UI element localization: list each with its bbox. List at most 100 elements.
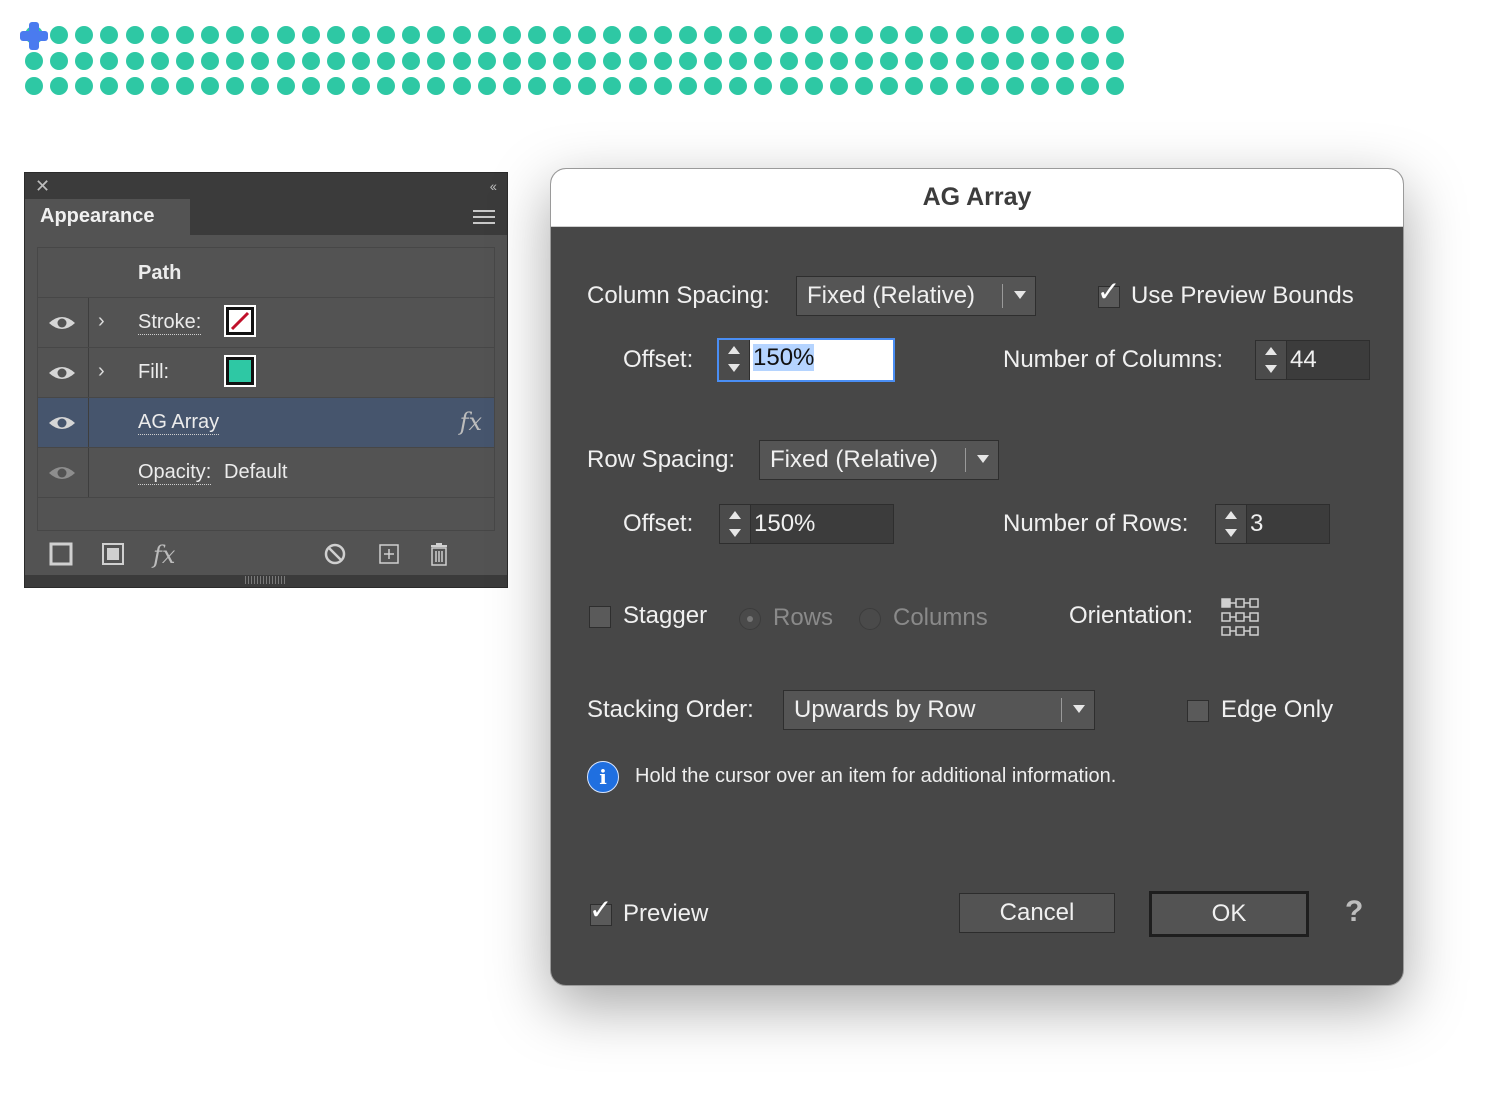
array-dot: [653, 26, 672, 44]
panel-menu-icon[interactable]: [473, 210, 495, 228]
array-dot: [578, 77, 597, 95]
opacity-label[interactable]: Opacity:: [138, 461, 212, 485]
number-of-columns-stepper[interactable]: 44: [1255, 340, 1370, 380]
use-preview-bounds-checkbox[interactable]: ✓: [1097, 277, 1120, 308]
orientation-grid-icon[interactable]: [1220, 597, 1260, 637]
column-offset-input[interactable]: 150%: [753, 344, 815, 372]
array-dot: [452, 26, 471, 44]
array-dot: [905, 26, 924, 44]
array-dot: [653, 51, 672, 70]
array-dot: [653, 77, 672, 95]
use-preview-bounds-label[interactable]: Use Preview Bounds: [1131, 282, 1354, 310]
edge-only-checkbox[interactable]: [1187, 700, 1209, 722]
row-offset-input[interactable]: 150%: [754, 510, 815, 538]
array-dot: [276, 26, 295, 44]
array-dot: [729, 77, 748, 95]
array-dot: [452, 51, 471, 70]
fill-color-chip: [229, 360, 251, 382]
stepper-up-icon[interactable]: [1265, 347, 1277, 355]
stepper-down-icon[interactable]: [728, 364, 740, 372]
stepper-down-icon[interactable]: [1225, 529, 1237, 537]
preview-checkbox[interactable]: ✓: [589, 895, 612, 926]
duplicate-item-icon[interactable]: [377, 541, 401, 567]
array-dot: [276, 51, 295, 70]
array-dot: [1106, 51, 1125, 70]
add-new-fill-icon[interactable]: [101, 541, 125, 567]
eye-icon[interactable]: [48, 363, 76, 383]
array-dot: [50, 51, 69, 70]
stepper-up-icon[interactable]: [728, 346, 740, 354]
appearance-row-stroke[interactable]: › Stroke:: [38, 298, 494, 348]
array-dot: [1005, 26, 1024, 44]
array-origin-handle[interactable]: [20, 22, 48, 50]
stroke-label[interactable]: Stroke:: [138, 311, 202, 335]
array-dot: [477, 77, 496, 95]
dialog-title-bar[interactable]: AG Array: [551, 169, 1403, 227]
trash-icon[interactable]: [427, 541, 451, 567]
array-dot: [678, 26, 697, 44]
stepper-down-icon[interactable]: [1265, 365, 1277, 373]
stacking-order-dropdown[interactable]: Upwards by Row: [783, 690, 1095, 730]
eye-icon[interactable]: [48, 313, 76, 333]
clear-appearance-icon[interactable]: [323, 541, 347, 567]
help-question-icon[interactable]: ?: [1345, 895, 1363, 929]
collapse-icon[interactable]: ‹‹: [490, 176, 497, 196]
stagger-label[interactable]: Stagger: [623, 602, 707, 630]
add-effect-fx-icon[interactable]: fx: [153, 541, 175, 569]
stroke-none-slash-icon: [229, 310, 251, 332]
panel-resize-grip[interactable]: [25, 575, 507, 587]
appearance-row-path[interactable]: Path: [38, 248, 494, 298]
array-dot: [854, 26, 873, 44]
column-offset-stepper-buttons[interactable]: [719, 340, 750, 380]
array-dot: [880, 26, 899, 44]
chevron-right-icon[interactable]: ›: [98, 310, 105, 333]
stepper-down-icon[interactable]: [729, 529, 741, 537]
array-dot: [326, 77, 345, 95]
array-dot: [50, 77, 69, 95]
fill-label[interactable]: Fill:: [138, 361, 169, 384]
fill-swatch[interactable]: [224, 355, 256, 387]
stepper-up-icon[interactable]: [729, 511, 741, 519]
row-offset-stepper[interactable]: 150%: [719, 504, 894, 544]
ag-array-effect-label[interactable]: AG Array: [138, 411, 220, 435]
close-icon[interactable]: ✕: [35, 176, 50, 196]
tab-appearance[interactable]: Appearance: [25, 199, 190, 235]
array-dot: [201, 26, 220, 44]
array-dot: [201, 51, 220, 70]
array-dot: [301, 51, 320, 70]
array-dot: [251, 26, 270, 44]
rows-stepper-buttons[interactable]: [1216, 505, 1247, 543]
number-of-columns-input[interactable]: 44: [1290, 346, 1317, 374]
add-new-stroke-icon[interactable]: [49, 541, 73, 567]
ok-button[interactable]: OK: [1149, 891, 1309, 937]
preview-label[interactable]: Preview: [623, 900, 708, 928]
appearance-row-opacity[interactable]: Opacity: Default: [38, 448, 494, 498]
array-dot: [201, 77, 220, 95]
array-dot: [25, 77, 43, 95]
array-dot: [402, 51, 421, 70]
number-of-rows-stepper[interactable]: 3: [1215, 504, 1330, 544]
number-of-rows-input[interactable]: 3: [1250, 510, 1263, 538]
row-offset-stepper-buttons[interactable]: [720, 505, 751, 543]
fx-icon[interactable]: fx: [460, 408, 482, 436]
array-dot: [779, 77, 798, 95]
eye-icon[interactable]: [48, 413, 76, 433]
array-dot: [175, 26, 194, 44]
chevron-right-icon[interactable]: ›: [98, 360, 105, 383]
cancel-button[interactable]: Cancel: [959, 893, 1115, 933]
array-dot: [175, 51, 194, 70]
appearance-row-fill[interactable]: › Fill:: [38, 348, 494, 398]
stagger-checkbox[interactable]: [589, 606, 611, 628]
array-dot: [628, 77, 647, 95]
column-spacing-dropdown[interactable]: Fixed (Relative): [796, 276, 1036, 316]
chevron-down-icon: [1073, 705, 1085, 713]
columns-stepper-buttons[interactable]: [1256, 341, 1287, 379]
edge-only-label[interactable]: Edge Only: [1221, 696, 1333, 724]
column-offset-stepper[interactable]: 150%: [717, 338, 895, 382]
stroke-swatch[interactable]: [224, 305, 256, 337]
array-dot: [125, 77, 144, 95]
array-dot: [50, 26, 69, 44]
stepper-up-icon[interactable]: [1225, 511, 1237, 519]
appearance-row-ag-array[interactable]: AG Array fx: [38, 398, 494, 448]
row-spacing-dropdown[interactable]: Fixed (Relative): [759, 440, 999, 480]
